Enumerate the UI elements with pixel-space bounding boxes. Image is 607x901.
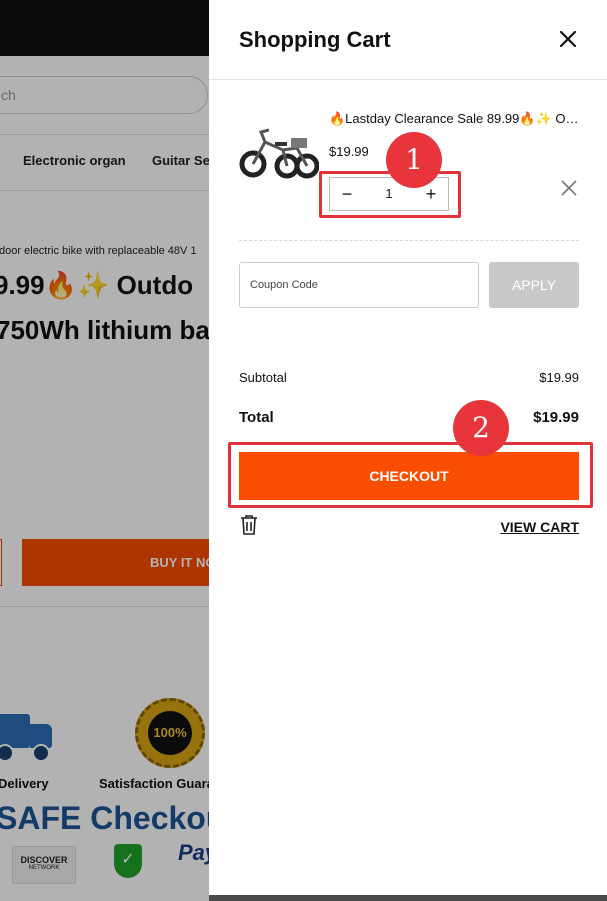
close-icon[interactable] — [556, 27, 580, 51]
annotation-marker-1: 1 — [386, 132, 442, 188]
coupon-code-input[interactable] — [239, 262, 479, 308]
store-page-background: ch Electronic organ Guitar Ser tdoor ele… — [0, 0, 209, 901]
cart-title: Shopping Cart — [239, 27, 391, 52]
subtotal-label: Subtotal — [239, 370, 287, 385]
divider — [239, 240, 579, 241]
trash-icon[interactable] — [239, 514, 259, 536]
drawer-overlay[interactable] — [0, 0, 209, 901]
cart-item-name[interactable]: 🔥Lastday Clearance Sale 89.99🔥✨ Outdoor … — [329, 111, 579, 127]
remove-item-icon[interactable] — [559, 178, 579, 198]
total-label: Total — [239, 409, 274, 426]
cart-item-price: $19.99 — [329, 144, 369, 159]
total-value: $19.99 — [533, 409, 579, 426]
scrollbar[interactable] — [209, 895, 607, 901]
annotation-marker-2: 2 — [453, 400, 509, 456]
annotation-highlight-checkout — [228, 442, 593, 508]
apply-coupon-button[interactable]: APPLY — [489, 262, 579, 308]
divider — [209, 79, 607, 80]
product-thumbnail[interactable] — [239, 120, 320, 186]
annotation-highlight-quantity — [319, 171, 461, 218]
subtotal-value: $19.99 — [539, 370, 579, 385]
view-cart-link[interactable]: VIEW CART — [500, 519, 579, 535]
